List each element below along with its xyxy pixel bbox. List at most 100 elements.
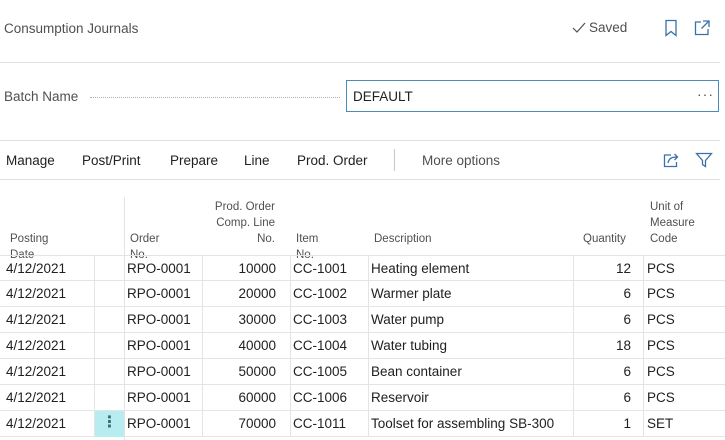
cell-order-no[interactable]: RPO-0001 <box>127 411 201 437</box>
cell-uom-code[interactable]: PCS <box>647 256 717 282</box>
cell-order-no[interactable]: RPO-0001 <box>127 359 201 385</box>
cell-quantity[interactable]: 6 <box>575 385 631 411</box>
cell-description[interactable]: Reservoir <box>371 385 571 411</box>
cell-item-no[interactable]: CC-1002 <box>293 281 369 307</box>
cell-item-no[interactable]: CC-1001 <box>293 256 369 282</box>
cell-order-no[interactable]: RPO-0001 <box>127 385 201 411</box>
popout-icon[interactable] <box>693 19 711 37</box>
page-header: Consumption Journals Saved <box>0 0 725 60</box>
cell-divider <box>202 281 203 307</box>
cell-divider <box>290 385 291 411</box>
cell-description[interactable]: Bean container <box>371 359 571 385</box>
cell-item-no[interactable]: CC-1005 <box>293 359 369 385</box>
header-description[interactable]: Description <box>374 231 432 247</box>
action-more-options[interactable]: More options <box>422 153 500 168</box>
action-prod-order[interactable]: Prod. Order <box>297 153 368 168</box>
cell-divider <box>202 385 203 411</box>
cell-divider <box>573 411 574 437</box>
cell-comp-line-no[interactable]: 40000 <box>205 333 276 359</box>
cell-divider <box>290 333 291 359</box>
header-uom-l1: Unit of <box>650 201 684 213</box>
cell-quantity[interactable]: 6 <box>575 359 631 385</box>
cell-order-no[interactable]: RPO-0001 <box>127 256 201 282</box>
cell-divider <box>290 307 291 333</box>
cell-order-no[interactable]: RPO-0001 <box>127 281 201 307</box>
action-prepare[interactable]: Prepare <box>170 153 218 168</box>
cell-posting-date[interactable]: 4/12/2021 <box>6 359 94 385</box>
filter-icon[interactable] <box>695 151 713 169</box>
header-uom-l2: Measure <box>650 217 695 229</box>
batch-name-row: Batch Name ··· <box>0 80 725 112</box>
cell-comp-line-no[interactable]: 30000 <box>205 307 276 333</box>
cell-item-no[interactable]: CC-1004 <box>293 333 369 359</box>
cell-divider <box>643 333 644 359</box>
header-comp-line-no-l2: Comp. Line <box>216 217 275 229</box>
checkmark-icon <box>572 22 586 33</box>
saved-status: Saved <box>571 20 627 35</box>
cell-quantity[interactable]: 12 <box>575 256 631 282</box>
action-manage[interactable]: Manage <box>6 153 55 168</box>
table-row[interactable]: 4/12/2021 RPO-0001 30000 CC-1003 Water pump 6… <box>0 307 725 333</box>
cell-divider <box>573 333 574 359</box>
cell-description[interactable]: Water pump <box>371 307 571 333</box>
cell-uom-code[interactable]: PCS <box>647 281 717 307</box>
action-post-print[interactable]: Post/Print <box>82 153 141 168</box>
saved-label: Saved <box>589 20 628 35</box>
action-line[interactable]: Line <box>244 153 270 168</box>
cell-quantity[interactable]: 18 <box>575 333 631 359</box>
row-menu-button[interactable]: ⋮ <box>95 411 124 437</box>
table-row[interactable]: ⋮ 4/12/2021 RPO-0001 70000 CC-1011 Toolset fo… <box>0 411 725 437</box>
header-comp-line-no[interactable]: Prod. Order Comp. Line No. <box>200 199 275 247</box>
cell-quantity[interactable]: 6 <box>575 307 631 333</box>
cell-divider <box>94 307 95 333</box>
cell-description[interactable]: Water tubing <box>371 333 571 359</box>
table-row[interactable]: 4/12/2021 RPO-0001 40000 CC-1004 Water tubin… <box>0 333 725 359</box>
cell-comp-line-no[interactable]: 10000 <box>205 256 276 282</box>
cell-posting-date[interactable]: 4/12/2021 <box>6 333 94 359</box>
cell-divider <box>573 307 574 333</box>
cell-description[interactable]: Warmer plate <box>371 281 571 307</box>
cell-posting-date[interactable]: 4/12/2021 <box>6 385 94 411</box>
page-title: Consumption Journals <box>4 21 139 36</box>
header-quantity[interactable]: Quantity <box>583 231 626 247</box>
cell-uom-code[interactable]: PCS <box>647 307 717 333</box>
header-separator <box>0 62 720 63</box>
cell-divider <box>643 359 644 385</box>
cell-uom-code[interactable]: PCS <box>647 359 717 385</box>
cell-order-no[interactable]: RPO-0001 <box>127 333 201 359</box>
table-row[interactable]: 4/12/2021 RPO-0001 20000 CC-1002 Warmer plat… <box>0 281 725 307</box>
cell-description[interactable]: Heating element <box>371 256 571 282</box>
cell-divider <box>94 256 95 282</box>
cell-item-no[interactable]: CC-1011 <box>293 411 369 437</box>
table-row[interactable]: 4/12/2021 RPO-0001 60000 CC-1006 Reservoir 6 P… <box>0 385 725 411</box>
table-row[interactable]: 4/12/2021 RPO-0001 10000 CC-1001 Heating ele… <box>0 255 725 282</box>
batch-name-input[interactable] <box>346 80 719 112</box>
cell-uom-code[interactable]: PCS <box>647 385 717 411</box>
cell-posting-date[interactable]: 4/12/2021 <box>6 307 94 333</box>
bookmark-icon[interactable] <box>662 19 680 37</box>
cell-comp-line-no[interactable]: 60000 <box>205 385 276 411</box>
cell-posting-date[interactable]: 4/12/2021 <box>6 411 94 437</box>
cell-divider <box>94 385 95 411</box>
cell-divider <box>573 385 574 411</box>
cell-quantity[interactable]: 1 <box>575 411 631 437</box>
cell-comp-line-no[interactable]: 70000 <box>205 411 276 437</box>
table-row[interactable]: 4/12/2021 RPO-0001 50000 CC-1005 Bean contai… <box>0 359 725 385</box>
share-icon[interactable] <box>662 151 680 169</box>
cell-quantity[interactable]: 6 <box>575 281 631 307</box>
cell-posting-date[interactable]: 4/12/2021 <box>6 256 94 282</box>
cell-divider <box>290 411 291 437</box>
header-uom-code[interactable]: Unit of Measure Code <box>650 199 695 247</box>
batch-lookup-button[interactable]: ··· <box>697 86 714 102</box>
cell-description[interactable]: Toolset for assembling SB-300 <box>371 411 571 437</box>
cell-uom-code[interactable]: SET <box>647 411 717 437</box>
cell-posting-date[interactable]: 4/12/2021 <box>6 281 94 307</box>
cell-comp-line-no[interactable]: 20000 <box>205 281 276 307</box>
cell-item-no[interactable]: CC-1006 <box>293 385 369 411</box>
cell-divider <box>202 256 203 282</box>
cell-item-no[interactable]: CC-1003 <box>293 307 369 333</box>
cell-divider <box>643 281 644 307</box>
cell-comp-line-no[interactable]: 50000 <box>205 359 276 385</box>
cell-uom-code[interactable]: PCS <box>647 333 717 359</box>
cell-order-no[interactable]: RPO-0001 <box>127 307 201 333</box>
